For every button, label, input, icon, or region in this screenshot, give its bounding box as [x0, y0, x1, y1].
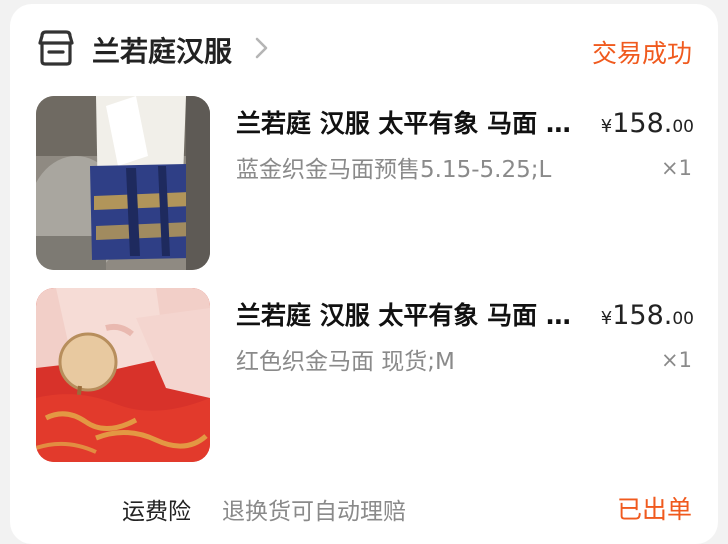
shipping-insurance-description: 退换货可自动理赔: [222, 499, 406, 525]
product-thumbnail[interactable]: [36, 288, 210, 462]
chevron-right-icon[interactable]: [254, 36, 270, 60]
order-header: 兰若庭汉服 交易成功: [10, 4, 718, 90]
product-title[interactable]: 兰若庭 汉服 太平有象 马面 …: [236, 104, 598, 140]
insurance-status[interactable]: 已出单: [617, 490, 692, 526]
price-decimal: 00: [672, 309, 694, 329]
order-item[interactable]: 兰若庭 汉服 太平有象 马面 … 红色织金马面 现货;M ¥158.00 ×1: [10, 288, 718, 468]
price-currency: ¥: [600, 116, 613, 137]
product-title[interactable]: 兰若庭 汉服 太平有象 马面 …: [236, 296, 598, 332]
price-integer: 158.: [612, 300, 673, 331]
order-status: 交易成功: [591, 39, 692, 68]
shop-name[interactable]: 兰若庭汉服: [92, 30, 232, 70]
order-card: 兰若庭汉服 交易成功 兰若庭 汉服 太平有象 马面 … 蓝金织金马面预售5.15…: [10, 4, 718, 544]
product-quantity: ×1: [661, 348, 692, 372]
order-footer: 运费险 退换货可自动理赔 已出单: [10, 488, 718, 528]
product-price: ¥158.00: [601, 300, 694, 331]
price-currency: ¥: [600, 308, 613, 329]
price-decimal: 00: [672, 117, 694, 137]
shop-icon[interactable]: [36, 28, 76, 68]
product-thumbnail[interactable]: [36, 96, 210, 270]
order-item[interactable]: 兰若庭 汉服 太平有象 马面 … 蓝金织金马面预售5.15-5.25;L ¥15…: [10, 96, 718, 276]
product-variant: 红色织金马面 现货;M: [236, 349, 455, 375]
price-integer: 158.: [612, 108, 673, 139]
product-quantity: ×1: [661, 156, 692, 180]
product-variant: 蓝金织金马面预售5.15-5.25;L: [236, 157, 552, 183]
shipping-insurance-label[interactable]: 运费险: [122, 492, 191, 526]
product-price: ¥158.00: [601, 108, 694, 139]
